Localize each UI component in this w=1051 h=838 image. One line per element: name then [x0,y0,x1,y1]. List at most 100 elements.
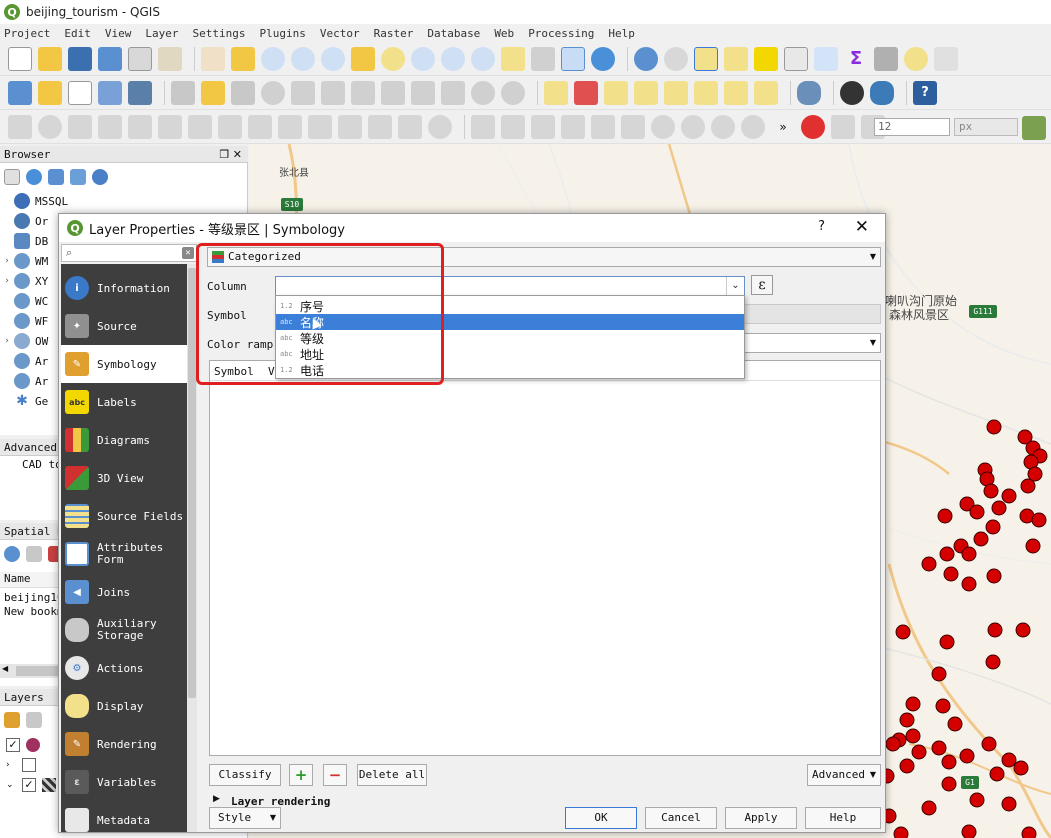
merge-features-icon[interactable] [368,114,392,139]
measure-icon[interactable] [874,46,898,71]
tracing-icon[interactable] [1022,116,1046,140]
sidebar-item-metadata[interactable]: Metadata [61,801,187,838]
browser-item-arcgis-2[interactable]: Ar [0,371,48,391]
add-ring-icon[interactable] [98,114,122,139]
value-column-header[interactable]: V [268,365,275,378]
browser-item-wcs[interactable]: WC [0,291,48,311]
zoom-full-icon[interactable] [351,46,375,71]
zoom-native-icon[interactable] [321,46,345,71]
new-geopackage-layer-icon[interactable] [38,80,62,105]
copy-move-feature-icon[interactable] [531,114,555,139]
clear-search-icon[interactable]: ✕ [182,247,194,259]
save-as-icon[interactable] [98,46,122,71]
pin-labels-icon[interactable] [604,80,628,105]
toggle-editing-pencil-icon[interactable] [201,80,225,105]
sidebar-item-variables[interactable]: ε Variables [61,763,187,801]
more-tools-chevron-icon[interactable]: » [771,114,795,139]
menu-processing[interactable]: Processing [528,27,594,40]
sidebar-item-information[interactable]: i Information [61,269,187,307]
add-group-icon[interactable] [26,712,42,728]
browser-item-oracle[interactable]: Or [0,211,48,231]
delete-part-icon[interactable] [218,114,242,139]
browser-item-ows[interactable]: › OW [0,331,48,351]
name-column-header[interactable]: Name [4,572,31,585]
vertex-tool-icon[interactable] [291,80,315,105]
undo-icon[interactable] [471,80,495,105]
offset-curve-icon[interactable] [278,114,302,139]
add-part-icon[interactable] [128,114,152,139]
move-label-icon[interactable] [694,80,718,105]
show-bookmarks-icon[interactable] [531,46,555,71]
new-bookmark-icon[interactable] [501,46,525,71]
db-manager-icon[interactable] [797,80,821,105]
menu-layer[interactable]: Layer [145,27,178,40]
sidebar-item-source-fields[interactable]: Source Fields [61,497,187,535]
cut-features-icon[interactable] [381,80,405,105]
rotate-label-icon[interactable] [724,80,748,105]
menu-raster[interactable]: Raster [374,27,414,40]
trim-extend-icon[interactable] [591,114,615,139]
processing-toolbox-icon[interactable] [814,46,838,71]
menu-help[interactable]: Help [608,27,635,40]
map-tips-icon[interactable] [904,46,928,71]
change-label-icon[interactable] [754,80,778,105]
digitize-shape-icon[interactable] [8,114,32,139]
rotate-feature-icon[interactable] [38,114,62,139]
select-value-icon[interactable] [724,46,748,71]
expand-triangle-icon[interactable]: ▶ [213,794,220,804]
metasearch-icon[interactable] [840,80,864,105]
scale-feature-icon[interactable] [561,114,585,139]
sidebar-item-display[interactable]: Display [61,687,187,725]
menu-settings[interactable]: Settings [192,27,245,40]
fill-ring-icon[interactable] [158,114,182,139]
layout-manager-icon[interactable] [158,46,182,71]
zoom-layer-icon[interactable] [411,46,435,71]
circle-tool-icon[interactable] [651,114,675,139]
select-features-icon[interactable] [694,46,718,71]
apply-button[interactable]: Apply [725,807,797,829]
sidebar-item-attributes-form[interactable]: Attributes Form [61,535,187,573]
column-select[interactable]: ⌄ [275,276,745,296]
current-edits-icon[interactable] [171,80,195,105]
run-action-icon[interactable] [664,46,688,71]
layer-visibility-checkbox[interactable]: ✓ [22,778,36,792]
ok-button[interactable]: OK [565,807,637,829]
menu-web[interactable]: Web [494,27,514,40]
ellipse-tool-icon[interactable] [681,114,705,139]
refresh-icon[interactable] [26,169,42,185]
add-raster-layer-icon[interactable] [98,80,122,105]
deselect-icon[interactable] [754,46,778,71]
scroll-thumb[interactable] [188,268,196,698]
scroll-left-arrow-icon[interactable]: ◀ [2,664,8,673]
zoom-selection-icon[interactable] [381,46,405,71]
layer-styling-icon[interactable] [4,712,20,728]
zoom-last-icon[interactable] [441,46,465,71]
remove-category-minus-icon[interactable]: − [323,764,347,786]
sidebar-item-diagrams[interactable]: Diagrams [61,421,187,459]
chevron-down-icon[interactable]: ⌄ [726,277,744,295]
bookmark-row[interactable]: New bookm [4,605,64,618]
menu-database[interactable]: Database [427,27,480,40]
sidebar-search-input[interactable]: ⌕ ✕ [61,244,197,262]
python-console-icon[interactable] [870,80,894,105]
copy-features-icon[interactable] [411,80,435,105]
categories-table[interactable]: Symbol V [209,360,881,756]
delete-ring-icon[interactable] [188,114,212,139]
zoom-next-icon[interactable] [471,46,495,71]
show-hide-labels-icon[interactable] [664,80,688,105]
layer-visibility-checkbox[interactable] [22,758,36,772]
cancel-button[interactable]: Cancel [645,807,717,829]
paste-features-icon[interactable] [441,80,465,105]
menu-vector[interactable]: Vector [320,27,360,40]
sidebar-item-symbology[interactable]: ✎ Symbology [61,345,187,383]
label-tool-icon[interactable] [544,80,568,105]
sidebar-item-rendering[interactable]: ✎ Rendering [61,725,187,763]
classify-button[interactable]: Classify [209,764,281,786]
collapse-arrow-icon[interactable]: ⌄ [6,780,14,790]
save-edits-icon[interactable] [231,80,255,105]
snapping-options-icon[interactable] [831,114,855,139]
column-option[interactable]: 1.2 序号 [276,298,744,314]
column-option[interactable]: abc 地址 [276,346,744,362]
attribute-table-icon[interactable] [784,46,808,71]
add-wms-layer-icon[interactable] [128,80,152,105]
